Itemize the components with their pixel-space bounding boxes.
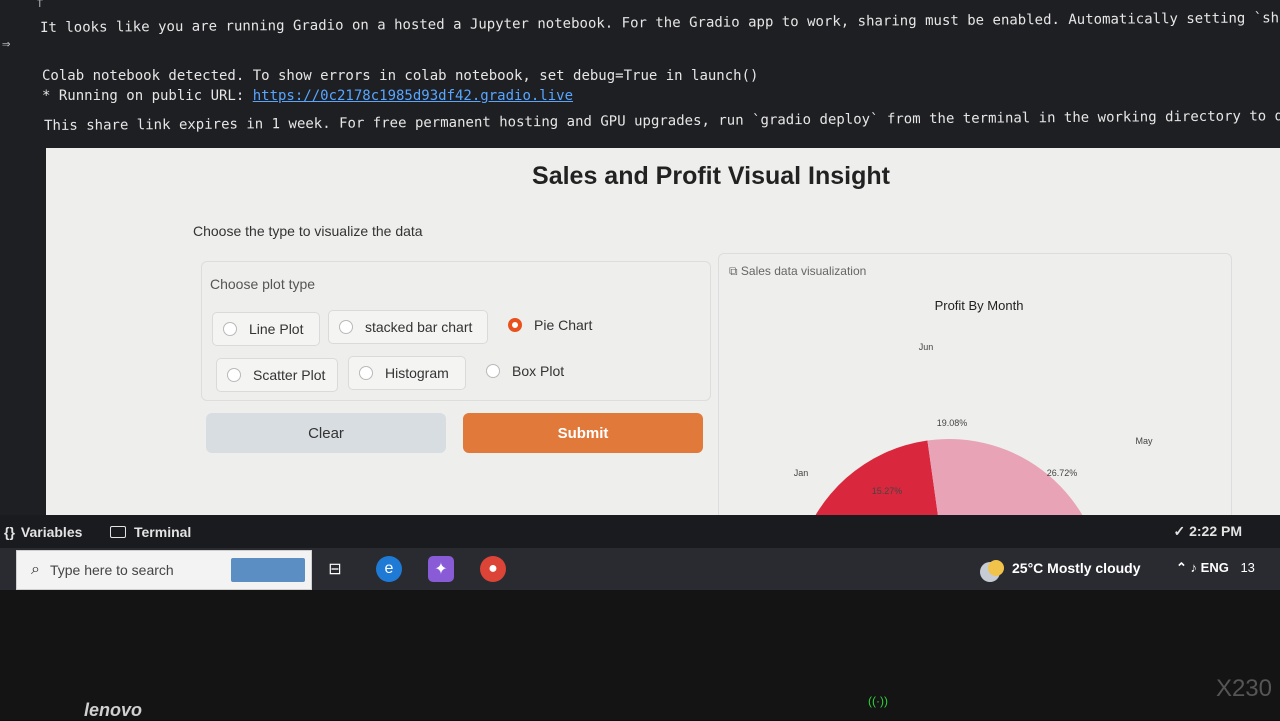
weather-widget[interactable]: 25°C Mostly cloudy bbox=[988, 560, 1141, 576]
check-icon: ✓ bbox=[1173, 523, 1190, 539]
radio-option-label: Line Plot bbox=[249, 321, 304, 337]
execution-time: ✓ 2:22 PM bbox=[1173, 523, 1242, 540]
slice-label-jan: Jan bbox=[794, 468, 809, 478]
cell-glyph: f bbox=[36, 0, 44, 11]
slice-jun bbox=[813, 440, 939, 518]
radio-selected-icon bbox=[508, 318, 522, 332]
plot-output-panel: ⧉ Sales data visualization Profit By Mon… bbox=[718, 253, 1232, 518]
clear-button[interactable]: Clear bbox=[206, 413, 446, 453]
chevron-up-icon[interactable]: ⌃ bbox=[1176, 560, 1187, 575]
running-url-line: * Running on public URL: https://0c2178c… bbox=[42, 88, 573, 104]
radio-group-label: Choose plot type bbox=[210, 276, 316, 292]
data-label-may: 26.72% bbox=[1047, 468, 1078, 478]
slice-may bbox=[927, 439, 1084, 518]
colab-output-area: f ⇒ It looks like you are running Gradio… bbox=[0, 0, 1280, 518]
radio-option-label: Pie Chart bbox=[534, 317, 593, 333]
radio-option-histogram[interactable]: Histogram bbox=[348, 356, 466, 390]
braces-icon: {} bbox=[4, 524, 15, 540]
variables-button[interactable]: {} Variables bbox=[4, 524, 82, 540]
search-highlight-image bbox=[231, 558, 305, 582]
search-placeholder: Type here to search bbox=[49, 562, 174, 578]
data-label-jan: 15.27% bbox=[872, 486, 903, 496]
radio-option-stacked-bar[interactable]: stacked bar chart bbox=[328, 310, 488, 344]
cloudy-weather-icon bbox=[988, 560, 1004, 576]
language-indicator[interactable]: ENG bbox=[1201, 560, 1229, 575]
app-subtitle: Choose the type to visualize the data bbox=[193, 223, 423, 239]
laptop-bezel: lenovo X230 ((·)) bbox=[0, 590, 1280, 720]
windows-taskbar: ⌕ Type here to search ⊟ e ✦ ● 25°C Mostl… bbox=[0, 548, 1280, 590]
copilot-icon[interactable]: ✦ bbox=[428, 556, 454, 582]
public-url-link[interactable]: https://0c2178c1985d93df42.gradio.live bbox=[253, 88, 573, 104]
brand-logo: lenovo bbox=[84, 700, 143, 720]
radio-option-label: stacked bar chart bbox=[365, 319, 473, 335]
taskbar-search[interactable]: ⌕ Type here to search bbox=[16, 550, 312, 590]
radio-circle-icon bbox=[223, 322, 237, 336]
radio-option-label: Box Plot bbox=[512, 363, 565, 379]
task-view-icon[interactable]: ⊟ bbox=[322, 556, 348, 582]
slice-label-may: May bbox=[1135, 436, 1153, 446]
slice-label-jun: Jun bbox=[919, 342, 934, 352]
radio-option-box-plot[interactable]: Box Plot bbox=[476, 354, 576, 388]
variables-label: Variables bbox=[20, 524, 83, 540]
clock-partial: 13 bbox=[1240, 560, 1255, 575]
app-title: Sales and Profit Visual Insight bbox=[532, 162, 890, 190]
chart-title: Profit By Month bbox=[935, 298, 1024, 313]
plot-type-radio-group: Choose plot type Line Plot stacked bar c… bbox=[201, 261, 711, 401]
expiry-notice-line: This share link expires in 1 week. For f… bbox=[44, 108, 1280, 134]
radio-option-pie-chart[interactable]: Pie Chart bbox=[498, 308, 608, 342]
pie-chart: Profit By Month Jun May Jan 19.08% 26.72% 15.2… bbox=[794, 298, 1153, 518]
gradio-app: Sales and Profit Visual Insight Choose t… bbox=[46, 148, 1280, 518]
output-expand-icon[interactable]: ⇒ bbox=[2, 36, 10, 52]
radio-option-label: Histogram bbox=[385, 365, 449, 381]
execution-time-text: 2:22 PM bbox=[1189, 523, 1242, 539]
edge-browser-icon[interactable]: e bbox=[376, 556, 402, 582]
radio-option-scatter-plot[interactable]: Scatter Plot bbox=[216, 358, 338, 392]
weather-temp: 25°C bbox=[1012, 560, 1044, 576]
share-warning-line: It looks like you are running Gradio on … bbox=[40, 10, 1280, 36]
debug-notice-line: Colab notebook detected. To show errors … bbox=[42, 68, 759, 84]
radio-circle-icon bbox=[359, 366, 373, 380]
radio-circle-icon bbox=[339, 320, 353, 334]
terminal-label: Terminal bbox=[134, 524, 192, 540]
model-label: X230 bbox=[1215, 675, 1272, 702]
weather-text: Mostly cloudy bbox=[1047, 560, 1141, 576]
system-tray: ⌃ ♪ ENG 13 bbox=[1176, 560, 1255, 576]
submit-button[interactable]: Submit bbox=[463, 413, 703, 453]
wifi-led-icon: ((·)) bbox=[868, 694, 888, 708]
chrome-icon[interactable]: ● bbox=[480, 556, 506, 582]
radio-option-label: Scatter Plot bbox=[253, 367, 326, 383]
data-label-jun: 19.08% bbox=[937, 418, 968, 428]
search-icon: ⌕ bbox=[31, 561, 40, 578]
radio-option-line-plot[interactable]: Line Plot bbox=[212, 312, 320, 346]
speaker-icon[interactable]: ♪ bbox=[1191, 560, 1201, 575]
terminal-icon bbox=[110, 526, 126, 538]
running-prefix: * Running on public URL: bbox=[42, 88, 253, 104]
terminal-button[interactable]: Terminal bbox=[110, 524, 191, 540]
colab-statusbar: {} Variables Terminal ✓ 2:22 PM bbox=[0, 515, 1280, 548]
radio-circle-icon bbox=[227, 368, 241, 382]
radio-circle-icon bbox=[486, 364, 500, 378]
